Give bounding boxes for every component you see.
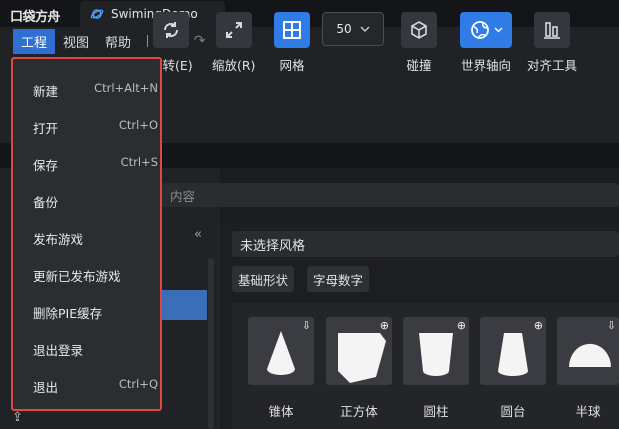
grid-size-value: 50 [336,22,352,36]
download-icon[interactable]: ⇩ [607,319,616,332]
zoom-icon[interactable]: ⊕ [380,319,389,332]
world-axis-dropdown[interactable] [460,12,512,48]
align-bars-icon [534,12,570,48]
collision-label: 碰撞 [406,58,432,73]
shape-label-frustum: 圆台 [500,404,526,419]
scale-label: 缩放(R) [212,58,256,73]
left-scrollbar[interactable] [208,258,214,429]
shape-cube[interactable]: ⊕ [326,317,392,385]
category-alphanumeric[interactable]: 字母数字 [307,266,370,292]
menu-separator [147,35,149,47]
download-icon[interactable]: ⇩ [302,319,311,332]
globe-icon [471,21,489,39]
world-axis-tool[interactable]: 世界轴向 [460,12,512,74]
menu-item-label: 发布游戏 [33,232,84,247]
menu-item-save[interactable]: 保存 Ctrl+S [33,155,158,174]
menu-item-shortcut: Ctrl+Alt+N [94,81,158,95]
shape-frustum[interactable]: ⊕ [480,317,546,385]
collision-tool[interactable]: 碰撞 [401,12,437,74]
selected-list-item[interactable] [162,290,207,320]
menu-item-label: 删除PIE缓存 [33,306,103,321]
redo-icon[interactable]: ↷ [194,33,206,49]
shape-label-cylinder: 圆柱 [423,404,449,419]
planet-icon [90,9,104,19]
world-axis-label: 世界轴向 [460,58,511,73]
menu-item-label: 保存 [33,158,59,173]
menu-item-label: 备份 [33,195,59,210]
menu-item-publish[interactable]: 发布游戏 [33,229,158,248]
menu-item-new[interactable]: 新建 Ctrl+Alt+N [33,81,158,100]
grid-label: 网格 [279,58,305,73]
collapse-icon[interactable]: « [194,227,202,242]
zoom-icon[interactable]: ⊕ [457,319,466,332]
menu-item-open[interactable]: 打开 Ctrl+O [33,118,158,137]
category-basic-shapes[interactable]: 基础形状 [232,266,295,292]
align-tool[interactable]: 对齐工具 [527,12,577,74]
menu-project[interactable]: 工程 [13,28,56,54]
menu-item-label: 打开 [33,121,59,136]
shape-cone[interactable]: ⇩ [248,317,314,385]
menu-item-backup[interactable]: 备份 [33,192,158,211]
menu-item-logout[interactable]: 退出登录 [33,340,158,359]
menu-item-shortcut: Ctrl+S [120,155,158,169]
app-logo: 口袋方舟 [10,10,61,25]
menu-item-label: 退出 [33,380,59,395]
menu-item-label: 退出登录 [33,343,84,358]
rotate-icon [153,12,190,48]
shape-label-hemisphere: 半球 [575,404,601,419]
menu-item-delete-pie-cache[interactable]: 删除PIE缓存 [33,303,158,322]
menu-item-label: 新建 [33,84,59,99]
shape-cylinder[interactable]: ⊕ [403,317,469,385]
align-label: 对齐工具 [527,58,578,73]
menu-help[interactable]: 帮助 [97,29,139,54]
project-menu-dropdown: 新建 Ctrl+Alt+N 打开 Ctrl+O 保存 Ctrl+S 备份 发布游戏 更… [11,57,162,411]
expand-icon [215,12,252,48]
grid-tool[interactable]: 网格 [274,12,310,74]
menu-item-exit[interactable]: 退出 Ctrl+Q [33,377,158,396]
upload-icon[interactable]: ⇪ [12,410,23,425]
chevron-down-icon [494,27,503,33]
menu-item-update-published[interactable]: 更新已发布游戏 [33,266,158,285]
shape-label-cone: 锥体 [268,404,294,419]
menu-item-shortcut: Ctrl+Q [118,377,158,391]
menu-item-shortcut: Ctrl+O [118,118,158,132]
grid-icon [274,12,310,48]
zoom-icon[interactable]: ⊕ [534,319,543,332]
shape-hemisphere[interactable]: ⇩ [557,317,619,385]
cube-outline-icon [401,12,437,48]
chevron-down-icon [360,26,370,32]
grid-size-select[interactable]: 50 [322,12,384,46]
shape-label-cube: 正方体 [340,404,378,419]
scale-tool[interactable]: 缩放(R) [212,12,255,74]
search-input[interactable]: 内容 [162,183,619,207]
style-select[interactable]: 未选择风格 [232,231,619,257]
menu-item-label: 更新已发布游戏 [33,269,121,284]
menu-view[interactable]: 视图 [55,29,97,54]
